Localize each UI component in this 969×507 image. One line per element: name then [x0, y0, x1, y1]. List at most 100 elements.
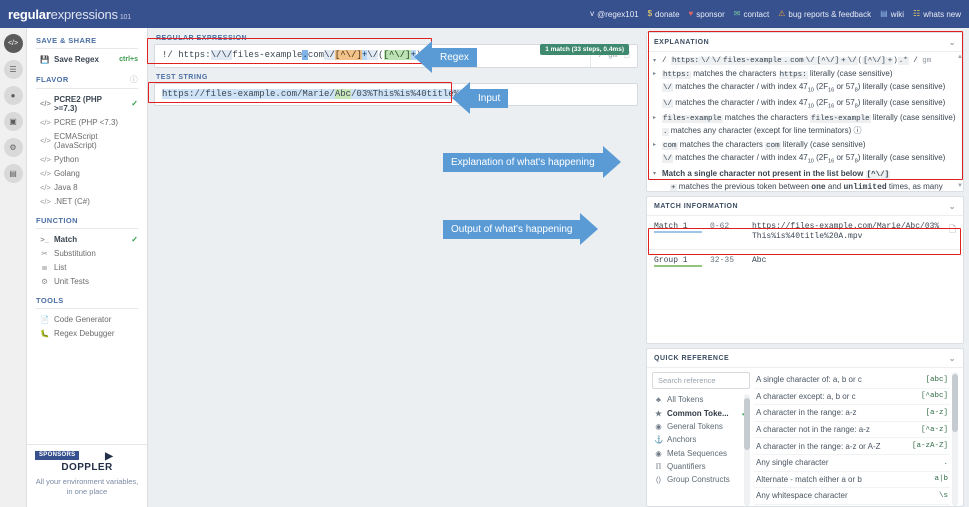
group-row[interactable]: Group 1 32-35 Abc — [647, 248, 963, 273]
test-string-field[interactable]: https://files-example.com/Marie/Abc/03%T… — [154, 82, 638, 107]
sidebar-item-pcre2[interactable]: </> PCRE2 (PHP >=7.3) ✓ — [36, 92, 138, 115]
sidebar-item-code-generator[interactable]: 📄 Code Generator — [36, 312, 138, 326]
regex-input[interactable]: !/ https:\/\/files-example.com\/[^\/]+\/… — [155, 45, 590, 67]
sidebar-item-regex-debugger[interactable]: 🐛 Regex Debugger — [36, 326, 138, 340]
test-string-input[interactable]: https://files-example.com/Marie/Abc/03%T… — [155, 84, 637, 106]
qr-entry[interactable]: A character in the range: a-z [a-z] — [754, 405, 950, 422]
match-row[interactable]: Match 1 0-62 https://files-example.com/M… — [647, 216, 963, 249]
heart-icon: ♥ — [688, 9, 694, 18]
qr-category-anchors[interactable]: ⚓ Anchors — [652, 433, 750, 446]
sidebar: SAVE & SHARE 💾 Save Regex ctrl+s FLAVOR … — [27, 28, 148, 507]
quick-reference-header[interactable]: QUICK REFERENCE ⌄ — [647, 349, 963, 368]
test-string-section-label: TEST STRING — [156, 73, 208, 81]
gear-icon[interactable]: ⚙ — [3, 138, 23, 157]
nav-sponsor[interactable]: ♥ sponsor — [689, 10, 725, 19]
nav-whats-new[interactable]: ☷ whats new — [913, 10, 961, 19]
top-nav: ᴠ @regex101 $ donate ♥ sponsor ✉ contact ⚠ bu… — [590, 10, 961, 19]
match-information-header[interactable]: MATCH INFORMATION ⌄ — [647, 197, 963, 216]
info-icon[interactable]: ⓘ — [853, 126, 861, 135]
explanation-row[interactable]: . matches any character (except for line… — [647, 125, 963, 139]
explanation-row[interactable]: ▾ Match a single character not present in… — [647, 168, 963, 182]
qr-entry[interactable]: Alternate - match either a or b a|b — [754, 472, 950, 489]
qr-category-general-tokens[interactable]: ◉ General Tokens — [652, 420, 750, 433]
brand-light: expressions — [50, 6, 118, 22]
sidebar-item-pcre[interactable]: </> PCRE (PHP <7.3) — [36, 115, 138, 129]
qr-entry[interactable]: Any whitespace character \s — [754, 488, 950, 505]
account-icon[interactable]: ● — [3, 86, 23, 105]
qr-entry[interactable]: A character in the range: a-z or A-Z [a-z… — [754, 438, 950, 455]
sidebar-item-substitution[interactable]: ✂ Substitution — [36, 246, 138, 260]
sidebar-item-save-regex[interactable]: 💾 Save Regex ctrl+s — [36, 52, 138, 66]
group-range: 32-35 — [710, 255, 735, 265]
chevron-down-icon[interactable]: ⌄ — [949, 202, 956, 211]
sponsor-name-text: DOPPLER — [61, 461, 113, 473]
info-icon[interactable]: ⓘ — [130, 74, 138, 85]
qr-entry[interactable]: Any non-whitespace character\S — [754, 505, 950, 506]
sidebar-item-list[interactable]: ≣ List — [36, 260, 138, 274]
chevron-down-icon[interactable]: ⌄ — [949, 38, 956, 47]
quick-reference-entries: A single character of: a, b or c [abc] A … — [754, 372, 958, 506]
nav-twitter[interactable]: ᴠ @regex101 — [590, 10, 638, 19]
sidebar-item-java8[interactable]: </> Java 8 — [36, 180, 138, 194]
explanation-row[interactable]: + matches the previous token between one… — [647, 181, 963, 191]
expand-arrow-icon[interactable]: ▸ — [653, 113, 659, 122]
qr-entry[interactable]: Any single character. — [754, 455, 950, 472]
qr-entry[interactable]: A character not in the range: a-z [^a-z] — [754, 422, 950, 439]
qr-entries-scrollbar[interactable] — [952, 372, 958, 506]
explanation-row[interactable]: ▸ files-example matches the characters fi… — [647, 112, 963, 126]
card-icon[interactable]: ▣ — [3, 112, 23, 131]
qr-category-quantifiers[interactable]: ℿ Quantifiers — [652, 460, 750, 473]
sidebar-item-golang[interactable]: </> Golang — [36, 166, 138, 180]
qr-category-common-tokens[interactable]: ★Common Toke...✓ — [652, 406, 750, 419]
explanation-row[interactable]: \/ matches the character / with index 47… — [647, 96, 963, 111]
expand-arrow-icon[interactable]: ▸ — [653, 140, 659, 149]
regex-field[interactable]: !/ https:\/\/files-example.com\/[^\/]+\/… — [154, 44, 638, 68]
qr-category-group-constructs[interactable]: () Group Constructs — [652, 473, 750, 486]
nav-bug-reports[interactable]: ⚠ bug reports & feedback — [778, 10, 871, 19]
copy-icon[interactable]: 🗋 — [949, 222, 956, 238]
explanation-row[interactable]: \/ matches the character / with index 47… — [647, 81, 963, 96]
test-string-group-match: Abc — [334, 88, 352, 99]
scroll-up-icon[interactable]: ▲ — [957, 54, 963, 60]
sidebar-item-unit-tests[interactable]: ⚙ Unit Tests — [36, 274, 138, 288]
nav-contact[interactable]: ✉ contact — [734, 10, 770, 19]
qr-category-all-tokens[interactable]: ♣ All Tokens — [652, 393, 750, 406]
explanation-row[interactable]: \/ matches the character / with index 47… — [647, 152, 963, 167]
scroll-down-icon[interactable]: ▼ — [957, 183, 963, 189]
explanation-row[interactable]: ▾ / https: \/\/files-example. com \/[^\/] + \… — [647, 55, 963, 68]
qr-entry[interactable]: A character except: a, b or c [^abc] — [754, 389, 950, 406]
nav-donate[interactable]: $ donate — [648, 10, 680, 19]
explanation-header[interactable]: EXPLANATION ⌄ — [647, 33, 963, 52]
nav-wiki[interactable]: ▤ wiki — [880, 10, 904, 19]
callout-regex-label: Regex — [432, 47, 477, 67]
expand-arrow-icon[interactable]: ▸ — [653, 69, 659, 78]
collapse-arrow-icon[interactable]: ▾ — [653, 169, 659, 178]
list-icon: ≣ — [41, 262, 48, 272]
sponsor-block[interactable]: SPONSORS ▶ DOPPLER All your environment … — [27, 443, 147, 507]
news-icon: ☷ — [913, 9, 921, 18]
chevron-down-icon[interactable]: ⌄ — [949, 354, 956, 363]
sidebar-item-python[interactable]: </> Python — [36, 152, 138, 166]
quick-reference-title: QUICK REFERENCE — [654, 355, 730, 362]
collapse-arrow-icon[interactable]: ▾ — [653, 56, 659, 65]
app-logo[interactable]: regularexpressions 101 — [8, 7, 131, 22]
qr-category-label: General Tokens — [667, 421, 723, 431]
explanation-scrollbar[interactable]: ▲ ▼ — [957, 54, 963, 189]
qr-category-scrollbar[interactable] — [744, 394, 750, 506]
explanation-row[interactable]: ▸ https: matches the characters https: li… — [647, 68, 963, 82]
flask-icon: ⚙ — [41, 276, 48, 286]
nav-twitter-label: @regex101 — [597, 9, 639, 19]
search-reference-input[interactable]: Search reference — [652, 372, 750, 389]
sidebar-item-match[interactable]: >_ Match ✓ — [36, 232, 138, 246]
match-label: Match 1 — [654, 222, 702, 233]
chat-icon[interactable]: ▤ — [3, 164, 23, 183]
chart-icon[interactable]: ☰ — [3, 60, 23, 79]
explanation-row[interactable]: ▸ com matches the characters com literall… — [647, 139, 963, 153]
code-icon[interactable]: </> — [3, 34, 23, 53]
function-label-1: Substitution — [54, 248, 96, 258]
qr-category-meta-sequences[interactable]: ◉ Meta Sequences — [652, 447, 750, 460]
qr-entry[interactable]: A single character of: a, b or c [abc] — [754, 372, 950, 389]
sidebar-item-dotnet[interactable]: </> .NET (C#) — [36, 194, 138, 208]
sidebar-item-ecmascript[interactable]: </> ECMAScript (JavaScript) — [36, 129, 138, 152]
regex-token-1: https: — [178, 50, 211, 60]
